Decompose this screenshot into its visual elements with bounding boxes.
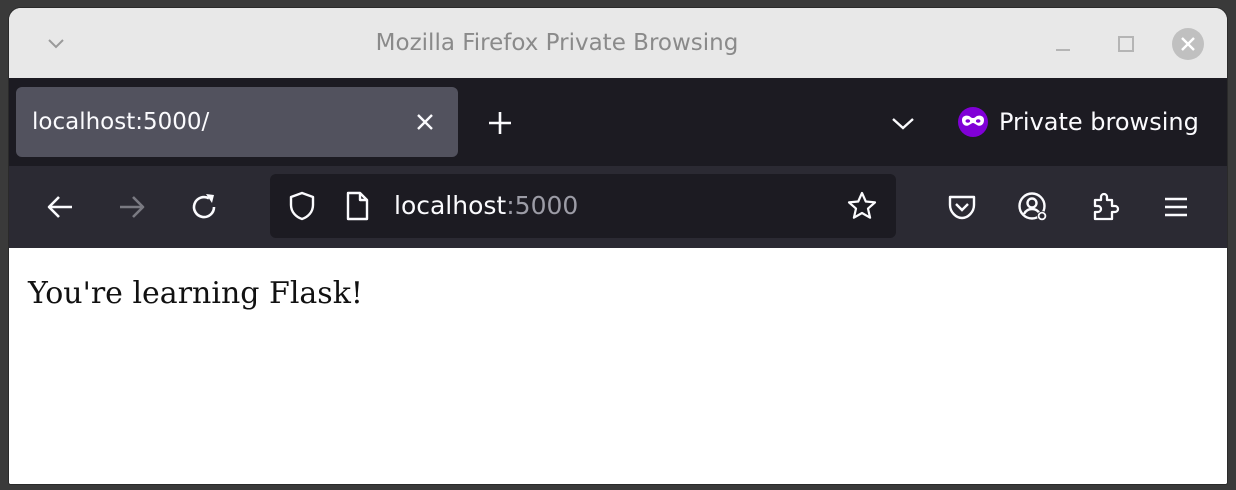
url-host: localhost (394, 191, 507, 220)
tab-title: localhost:5000/ (32, 109, 210, 135)
close-window-button[interactable] (1172, 28, 1204, 60)
back-button[interactable] (43, 190, 77, 224)
browser-window: Mozilla Firefox Private Browsing localho… (9, 8, 1227, 484)
forward-button[interactable] (115, 190, 149, 224)
chevron-down-icon[interactable] (889, 109, 917, 137)
url-bar[interactable]: localhost:5000 (270, 174, 896, 238)
tab-strip: localhost:5000/ Private browsing (9, 78, 1227, 166)
window-title: Mozilla Firefox Private Browsing (375, 30, 739, 56)
page-content: You're learning Flask! (9, 248, 1227, 484)
private-browsing-indicator: Private browsing (957, 78, 1199, 166)
tab-localhost[interactable]: localhost:5000/ (16, 87, 458, 157)
maximize-button[interactable] (1110, 28, 1142, 60)
plus-icon[interactable] (485, 108, 515, 138)
shield-icon[interactable] (287, 190, 317, 222)
navigation-toolbar: localhost:5000 (9, 166, 1227, 248)
reload-button[interactable] (187, 190, 221, 224)
title-bar: Mozilla Firefox Private Browsing (9, 8, 1227, 78)
page-icon[interactable] (343, 190, 371, 222)
url-text[interactable]: localhost:5000 (394, 174, 578, 238)
puzzle-icon[interactable] (1088, 190, 1122, 224)
private-mask-icon (957, 106, 989, 138)
hamburger-menu-icon[interactable] (1159, 190, 1193, 224)
minimize-button[interactable] (1047, 28, 1079, 60)
close-icon[interactable] (412, 109, 438, 135)
pocket-icon[interactable] (945, 190, 979, 224)
private-browsing-label: Private browsing (999, 108, 1199, 136)
page-message: You're learning Flask! (28, 276, 363, 311)
account-icon[interactable] (1016, 190, 1050, 224)
url-port: :5000 (506, 191, 579, 220)
star-icon[interactable] (846, 190, 878, 222)
